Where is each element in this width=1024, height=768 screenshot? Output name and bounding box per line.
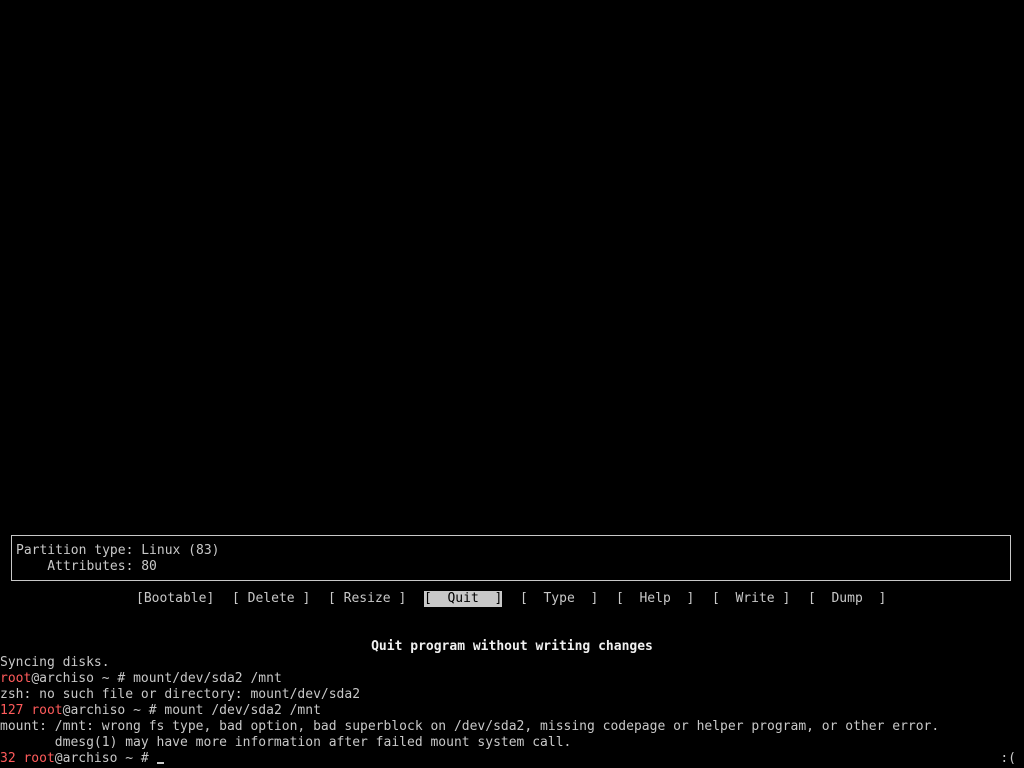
prompt-command: mount/dev/sda2 /mnt	[133, 671, 282, 686]
console-line: mount: /mnt: wrong fs type, bad option, …	[0, 719, 940, 734]
prompt-host: @archiso ~ #	[62, 703, 165, 718]
write-button[interactable]: [ Write ]	[712, 591, 790, 607]
delete-button[interactable]: [ Delete ]	[232, 591, 310, 607]
dump-button[interactable]: [ Dump ]	[808, 591, 886, 607]
console-prompt-line: root@archiso ~ # mount/dev/sda2 /mnt	[0, 671, 1024, 687]
console-output: Syncing disks. root@archiso ~ # mount/de…	[0, 655, 1024, 767]
quit-button[interactable]: [ Quit ]	[424, 591, 503, 607]
console-line: dmesg(1) may have more information after…	[0, 735, 572, 750]
prompt-host: @archiso ~ #	[54, 751, 157, 766]
console-line: zsh: no such file or directory: mount/de…	[0, 687, 361, 702]
cfdisk-menu: [Bootable] [ Delete ] [ Resize ] [ Quit …	[0, 591, 1024, 607]
text-cursor[interactable]	[156, 762, 164, 764]
partition-type-text: Partition type: Linux (83)	[16, 543, 220, 558]
type-button[interactable]: [ Type ]	[520, 591, 598, 607]
prompt-user: root	[23, 751, 55, 766]
resize-button[interactable]: [ Resize ]	[328, 591, 406, 607]
prompt-exit-status: 127	[0, 703, 32, 718]
bootable-button[interactable]: [Bootable]	[136, 591, 214, 607]
partition-attributes-text: Attributes: 80	[16, 559, 157, 574]
prompt-exit-status: 32	[0, 751, 24, 766]
right-prompt-status: :(	[1000, 751, 1016, 766]
prompt-user: root	[0, 671, 32, 686]
console-line: Syncing disks.	[0, 655, 110, 670]
prompt-host: @archiso ~ #	[31, 671, 134, 686]
prompt-user: root	[31, 703, 63, 718]
menu-item-description: Quit program without writing changes	[371, 639, 653, 654]
console-active-prompt[interactable]: 32 root@archiso ~ #	[0, 751, 1024, 767]
prompt-command: mount /dev/sda2 /mnt	[164, 703, 321, 718]
terminal-screen[interactable]: Partition type: Linux (83) Attributes: 8…	[0, 0, 1024, 768]
console-prompt-line: 127 root@archiso ~ # mount /dev/sda2 /mn…	[0, 703, 1024, 719]
help-button[interactable]: [ Help ]	[616, 591, 694, 607]
partition-info-box: Partition type: Linux (83) Attributes: 8…	[11, 535, 1011, 581]
